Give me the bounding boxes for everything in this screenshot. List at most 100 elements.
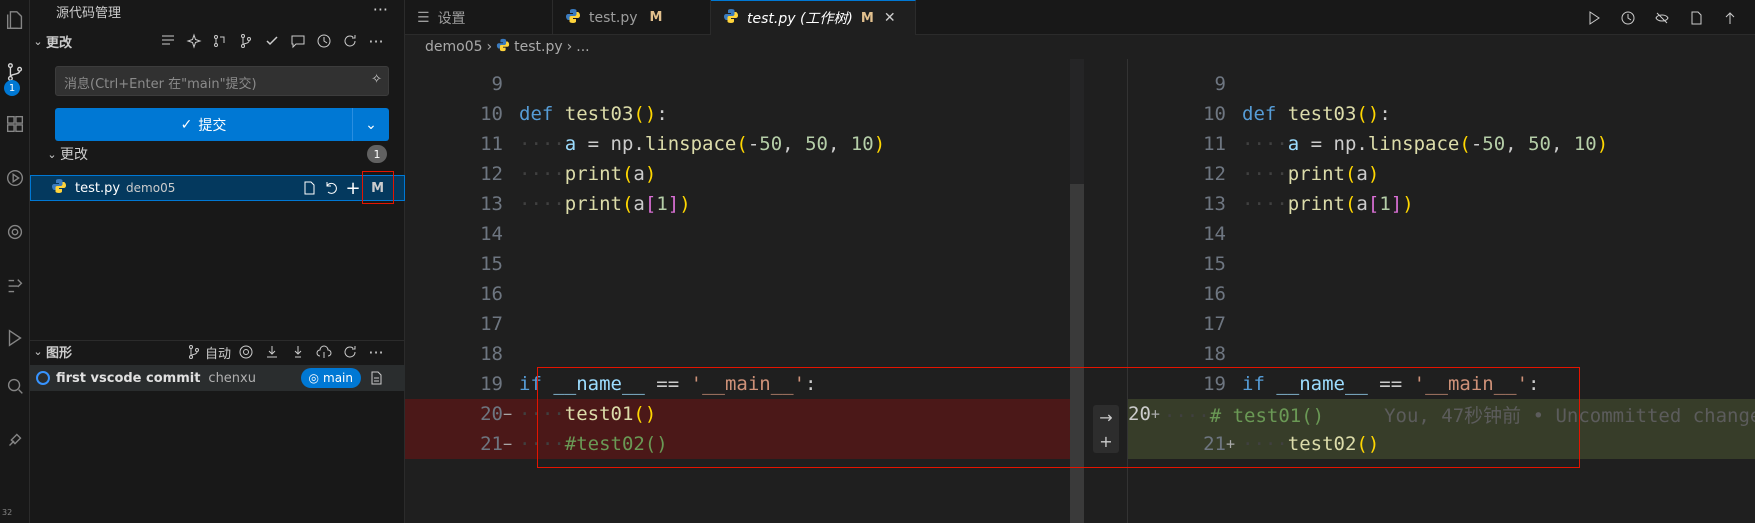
code-line[interactable]: 11 ····a = np.linspace(-50, 50, 10): [1128, 129, 1755, 159]
explorer-icon[interactable]: [0, 0, 30, 40]
commit-message-input[interactable]: 消息(Ctrl+Enter 在"main"提交) ✧: [55, 66, 389, 96]
tab-test-py[interactable]: test.py M: [553, 0, 711, 35]
code-line[interactable]: 20 + ····# test01() You, 47秒钟前 • Uncommitte…: [1128, 399, 1755, 429]
code-line[interactable]: 13 ····print(a[1]): [1128, 189, 1755, 219]
line-number: 16: [480, 283, 503, 305]
changes-group-header[interactable]: ⌄ 更改 1: [30, 143, 405, 165]
toggle-whitespace-icon[interactable]: [1651, 7, 1673, 29]
code-line[interactable]: 17: [1128, 309, 1755, 339]
commit-dropdown-button[interactable]: ⌄: [353, 108, 389, 141]
code-line[interactable]: 21− ····#test02(): [405, 429, 1070, 459]
sparkle-icon[interactable]: [183, 30, 205, 52]
sidebar-title: 源代码管理: [56, 6, 122, 21]
line-number: 17: [480, 313, 503, 335]
settings-icon: ☰: [417, 9, 430, 26]
branch-pill[interactable]: ◎ main: [300, 368, 361, 388]
commit-button[interactable]: ✓ 提交: [55, 108, 353, 141]
changed-file-row[interactable]: test.py demo05 + M: [30, 175, 405, 201]
modified-status: M: [371, 180, 384, 196]
more-icon[interactable]: ···: [365, 341, 387, 363]
push-icon[interactable]: [313, 341, 335, 363]
code-line[interactable]: 16: [405, 279, 1070, 309]
commit-message: first vscode commit: [56, 370, 201, 386]
stage-hunk-icon[interactable]: +: [1099, 432, 1112, 451]
tab-settings[interactable]: ☰ 设置: [405, 0, 553, 35]
auto-branch-filter[interactable]: 自动: [186, 341, 231, 363]
open-file-icon[interactable]: [298, 177, 320, 199]
open-file-icon[interactable]: [1685, 7, 1707, 29]
code-line[interactable]: 18: [1128, 339, 1755, 369]
stage-changes-icon[interactable]: +: [342, 177, 364, 199]
code-line[interactable]: 9: [1128, 69, 1755, 99]
chevron-down-icon: ⌄: [33, 345, 43, 358]
refresh-icon[interactable]: [339, 341, 361, 363]
run-debug-icon[interactable]: [0, 158, 30, 198]
remote-explorer-icon[interactable]: [0, 212, 30, 252]
original-editor[interactable]: 9 10 def test03(): 11 ····a = np.linspace(-5…: [405, 59, 1070, 523]
testing-icon[interactable]: [0, 266, 30, 306]
code-line[interactable]: 12 ····print(a): [405, 159, 1070, 189]
code-line[interactable]: 16: [1128, 279, 1755, 309]
history-icon[interactable]: [313, 30, 335, 52]
revert-arrow-icon[interactable]: →: [1099, 408, 1112, 427]
code-line[interactable]: 21 + ····test02(): [1128, 429, 1755, 459]
close-icon[interactable]: ✕: [884, 10, 896, 26]
code-line[interactable]: 11 ····a = np.linspace(-50, 50, 10): [405, 129, 1070, 159]
code-line[interactable]: 14: [1128, 219, 1755, 249]
chevron-right-icon: ›: [486, 39, 493, 55]
code-line[interactable]: 20− ····test01(): [405, 399, 1070, 429]
changes-section-header[interactable]: ⌄ 更改 ···: [30, 30, 405, 52]
code-line[interactable]: 10 def test03():: [1128, 99, 1755, 129]
search-icon[interactable]: [0, 366, 30, 406]
code-line[interactable]: 19 if __name__ == '__main__':: [1128, 369, 1755, 399]
target-icon[interactable]: [235, 341, 257, 363]
commit-check-icon[interactable]: [261, 30, 283, 52]
timeline-icon[interactable]: [1617, 7, 1639, 29]
python-file-icon: [51, 178, 67, 198]
discard-changes-icon[interactable]: [320, 177, 342, 199]
code-line[interactable]: 13 ····print(a[1]): [405, 189, 1070, 219]
open-commit-icon[interactable]: [365, 367, 387, 389]
commit-graph-row[interactable]: first vscode commit chenxu ◎ main: [30, 365, 405, 391]
breadcrumb-folder[interactable]: demo05: [425, 39, 483, 55]
run-file-icon[interactable]: [1583, 7, 1605, 29]
pull-request-icon[interactable]: [209, 30, 231, 52]
pull-icon[interactable]: [287, 341, 309, 363]
generate-message-sparkle-icon[interactable]: ✧: [371, 72, 382, 87]
code-line[interactable]: 17: [405, 309, 1070, 339]
code-line[interactable]: 19 if __name__ == '__main__':: [405, 369, 1070, 399]
code-line[interactable]: 15: [1128, 249, 1755, 279]
scm-badge: 1: [4, 80, 20, 96]
graph-section-header[interactable]: ⌄ 图形 自动 ···: [30, 340, 405, 362]
code-line[interactable]: 15: [405, 249, 1070, 279]
breadcrumb: demo05 › test.py › ...: [405, 35, 1755, 59]
extensions-icon[interactable]: [0, 104, 30, 144]
code-line[interactable]: 12 ····print(a): [1128, 159, 1755, 189]
line-number: 15: [1203, 253, 1226, 275]
diff-marker: −: [503, 405, 513, 423]
plugin-icon[interactable]: [0, 420, 30, 460]
left-scrollbar[interactable]: [1070, 59, 1084, 523]
line-number: 9: [1214, 73, 1226, 95]
comment-icon[interactable]: [287, 30, 309, 52]
refresh-icon[interactable]: [339, 30, 361, 52]
code-line[interactable]: 14: [405, 219, 1070, 249]
line-number: 20: [1128, 403, 1151, 425]
branch-icon[interactable]: [235, 30, 257, 52]
line-number: 15: [480, 253, 503, 275]
arrow-up-icon[interactable]: [1719, 7, 1741, 29]
code-line[interactable]: 18: [405, 339, 1070, 369]
code-line[interactable]: 9: [405, 69, 1070, 99]
modified-status: M: [860, 10, 874, 26]
more-actions-icon[interactable]: ···: [373, 0, 388, 19]
more-icon[interactable]: ···: [365, 30, 387, 52]
scrollbar-thumb[interactable]: [1070, 184, 1084, 523]
run-icon[interactable]: [0, 318, 30, 358]
breadcrumb-rest[interactable]: ...: [576, 39, 589, 55]
fetch-icon[interactable]: [261, 341, 283, 363]
modified-editor[interactable]: 9 10 def test03(): 11 ····a = np.linspace(-5…: [1128, 59, 1755, 523]
code-line[interactable]: 10 def test03():: [405, 99, 1070, 129]
view-as-list-icon[interactable]: [157, 30, 179, 52]
tab-test-py-worktree[interactable]: test.py (工作树) M ✕: [711, 0, 916, 35]
breadcrumb-file[interactable]: test.py: [514, 39, 563, 55]
